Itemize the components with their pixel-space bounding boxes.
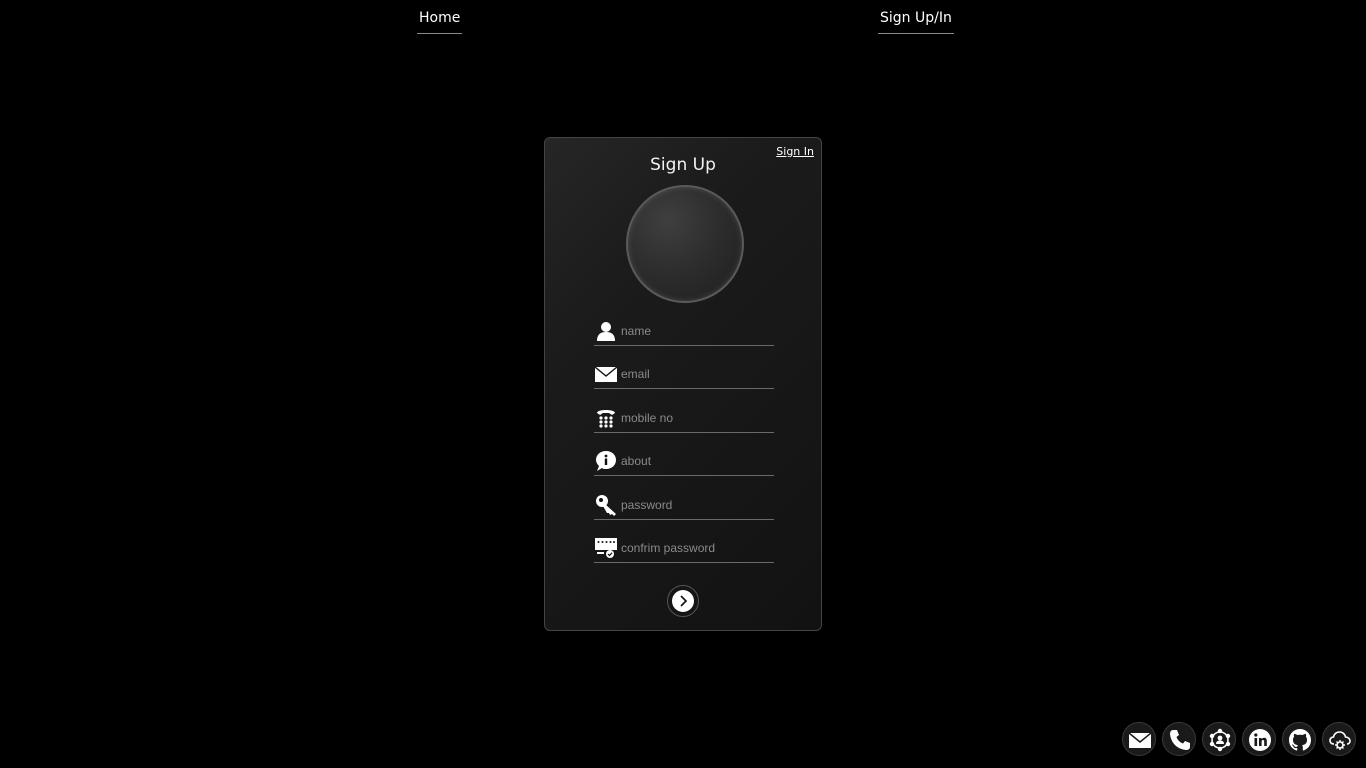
- social-mail-button[interactable]: [1122, 722, 1156, 756]
- cloud-settings-icon: [1329, 731, 1351, 750]
- social-network-button[interactable]: [1202, 722, 1236, 756]
- social-phone-button[interactable]: [1162, 722, 1196, 756]
- confirm-password-field-row: [594, 535, 774, 563]
- social-github-button[interactable]: [1282, 722, 1316, 756]
- password-check-icon: [595, 538, 617, 558]
- nav-home-link[interactable]: Home: [417, 8, 463, 34]
- submit-button[interactable]: [667, 585, 699, 617]
- password-field-row: [594, 492, 774, 520]
- name-input[interactable]: [621, 322, 771, 340]
- user-icon: [597, 322, 615, 341]
- email-input[interactable]: [621, 365, 771, 383]
- github-icon: [1289, 729, 1311, 751]
- name-field-row: [594, 318, 774, 346]
- confirm-password-input[interactable]: [621, 539, 771, 557]
- network-icon: [1209, 728, 1231, 752]
- telephone-icon: [597, 410, 615, 428]
- info-bubble-icon: [596, 451, 616, 471]
- mail-icon: [1128, 732, 1152, 748]
- signup-card: Sign In Sign Up: [544, 137, 822, 631]
- email-field-row: [594, 361, 774, 389]
- phone-icon: [1170, 730, 1190, 750]
- social-linkedin-button[interactable]: [1242, 722, 1276, 756]
- avatar-upload[interactable]: [626, 185, 744, 303]
- nav-signup-link[interactable]: Sign Up/In: [878, 8, 954, 34]
- social-cloud-button[interactable]: [1322, 722, 1356, 756]
- linkedin-icon: [1249, 729, 1271, 751]
- password-input[interactable]: [621, 496, 771, 514]
- envelope-icon: [595, 366, 617, 382]
- mobile-field-row: [594, 405, 774, 433]
- about-input[interactable]: [621, 452, 771, 470]
- about-field-row: [594, 448, 774, 476]
- key-icon: [596, 495, 616, 516]
- card-title: Sign Up: [650, 155, 716, 175]
- chevron-right-icon: [672, 590, 694, 612]
- mobile-input[interactable]: [621, 409, 771, 427]
